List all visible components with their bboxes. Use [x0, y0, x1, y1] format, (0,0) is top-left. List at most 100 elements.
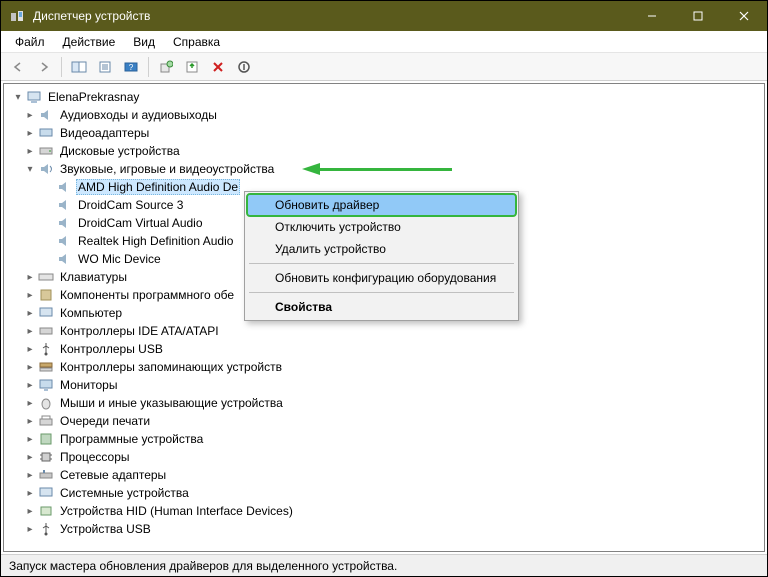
device-amd-hd-audio[interactable]: AMD High Definition Audio De: [76, 179, 240, 195]
sound-device-icon: [56, 215, 72, 231]
expand-toggle[interactable]: ▸: [22, 395, 38, 411]
expand-toggle[interactable]: ▸: [22, 377, 38, 393]
category-usb-controllers[interactable]: Контроллеры USB: [58, 341, 165, 357]
ctx-disable-device[interactable]: Отключить устройство: [247, 216, 516, 238]
category-sound-game-video[interactable]: Звуковые, игровые и видеоустройства: [58, 161, 276, 177]
expand-toggle[interactable]: ▸: [22, 305, 38, 321]
category-usb-devices[interactable]: Устройства USB: [58, 521, 153, 537]
toolbar-separator: [61, 57, 62, 77]
menu-help[interactable]: Справка: [165, 33, 228, 51]
svg-text:?: ?: [129, 63, 134, 72]
ctx-uninstall-device[interactable]: Удалить устройство: [247, 238, 516, 260]
expand-toggle[interactable]: ▸: [22, 143, 38, 159]
computer-icon: [26, 89, 42, 105]
ctx-scan-hardware[interactable]: Обновить конфигурацию оборудования: [247, 267, 516, 289]
sound-device-icon: [56, 251, 72, 267]
category-video-adapters[interactable]: Видеоадаптеры: [58, 125, 151, 141]
expand-toggle[interactable]: ▾: [10, 89, 26, 105]
maximize-button[interactable]: [675, 1, 721, 31]
scan-hardware-button[interactable]: [155, 56, 177, 78]
audio-io-icon: [38, 107, 54, 123]
back-button[interactable]: [7, 56, 29, 78]
disable-button[interactable]: [233, 56, 255, 78]
display-adapter-icon: [38, 125, 54, 141]
category-storage-controllers[interactable]: Контроллеры запоминающих устройств: [58, 359, 284, 375]
computer-icon: [38, 305, 54, 321]
expand-toggle[interactable]: ▸: [22, 521, 38, 537]
category-system-devices[interactable]: Системные устройства: [58, 485, 191, 501]
category-network-adapters[interactable]: Сетевые адаптеры: [58, 467, 168, 483]
storage-controller-icon: [38, 359, 54, 375]
expand-toggle[interactable]: ▸: [22, 323, 38, 339]
ctx-update-driver[interactable]: Обновить драйвер: [247, 194, 516, 216]
window-title: Диспетчер устройств: [33, 9, 629, 23]
show-hidden-button[interactable]: [68, 56, 90, 78]
keyboard-icon: [38, 269, 54, 285]
monitor-icon: [38, 377, 54, 393]
device-droidcam-source3[interactable]: DroidCam Source 3: [76, 197, 185, 213]
usb-device-icon: [38, 521, 54, 537]
toolbar: ?: [1, 53, 767, 81]
annotation-arrow: [302, 164, 452, 174]
device-wo-mic[interactable]: WO Mic Device: [76, 251, 163, 267]
help-button[interactable]: ?: [120, 56, 142, 78]
ide-controller-icon: [38, 323, 54, 339]
expand-toggle[interactable]: ▸: [22, 107, 38, 123]
expand-toggle[interactable]: ▸: [22, 125, 38, 141]
minimize-button[interactable]: [629, 1, 675, 31]
update-driver-button[interactable]: [181, 56, 203, 78]
category-hid[interactable]: Устройства HID (Human Interface Devices): [58, 503, 295, 519]
category-keyboards[interactable]: Клавиатуры: [58, 269, 129, 285]
software-component-icon: [38, 287, 54, 303]
ctx-properties[interactable]: Свойства: [247, 296, 516, 318]
category-mice[interactable]: Мыши и иные указывающие устройства: [58, 395, 285, 411]
print-queue-icon: [38, 413, 54, 429]
expand-toggle[interactable]: ▸: [22, 287, 38, 303]
menu-file[interactable]: Файл: [7, 33, 53, 51]
menu-action[interactable]: Действие: [55, 33, 124, 51]
disk-icon: [38, 143, 54, 159]
statusbar: Запуск мастера обновления драйверов для …: [1, 554, 767, 576]
ctx-separator: [249, 263, 514, 264]
expand-toggle[interactable]: ▸: [22, 467, 38, 483]
expand-toggle[interactable]: ▸: [22, 485, 38, 501]
system-device-icon: [38, 485, 54, 501]
expand-toggle[interactable]: ▸: [22, 359, 38, 375]
expand-toggle[interactable]: ▸: [22, 341, 38, 357]
software-device-icon: [38, 431, 54, 447]
device-droidcam-virtual[interactable]: DroidCam Virtual Audio: [76, 215, 205, 231]
category-processors[interactable]: Процессоры: [58, 449, 132, 465]
expand-toggle[interactable]: ▸: [22, 431, 38, 447]
properties-button[interactable]: [94, 56, 116, 78]
category-ide-atapi[interactable]: Контроллеры IDE ATA/ATAPI: [58, 323, 221, 339]
sound-device-icon: [56, 179, 72, 195]
menubar: Файл Действие Вид Справка: [1, 31, 767, 53]
close-button[interactable]: [721, 1, 767, 31]
status-text: Запуск мастера обновления драйверов для …: [9, 559, 397, 573]
expand-toggle[interactable]: ▾: [22, 161, 38, 177]
processor-icon: [38, 449, 54, 465]
category-computer[interactable]: Компьютер: [58, 305, 124, 321]
menu-view[interactable]: Вид: [125, 33, 163, 51]
expand-toggle[interactable]: ▸: [22, 449, 38, 465]
category-print-queues[interactable]: Очереди печати: [58, 413, 152, 429]
category-audio-io[interactable]: Аудиовходы и аудиовыходы: [58, 107, 219, 123]
root-node[interactable]: ElenaPrekrasnay: [46, 89, 141, 105]
app-icon: [9, 8, 25, 24]
device-tree-container: ▾ ElenaPrekrasnay ▸ Аудиовходы и аудиовых…: [3, 83, 765, 552]
context-menu: Обновить драйвер Отключить устройство Уд…: [244, 191, 519, 321]
expand-toggle[interactable]: ▸: [22, 413, 38, 429]
expand-toggle[interactable]: ▸: [22, 503, 38, 519]
category-disk-drives[interactable]: Дисковые устройства: [58, 143, 182, 159]
category-software-devices[interactable]: Программные устройства: [58, 431, 205, 447]
category-software-components[interactable]: Компоненты программного обе: [58, 287, 236, 303]
device-realtek-hd-audio[interactable]: Realtek High Definition Audio: [76, 233, 235, 249]
ctx-separator: [249, 292, 514, 293]
expand-toggle[interactable]: ▸: [22, 269, 38, 285]
forward-button[interactable]: [33, 56, 55, 78]
network-adapter-icon: [38, 467, 54, 483]
sound-icon: [38, 161, 54, 177]
usb-controller-icon: [38, 341, 54, 357]
category-monitors[interactable]: Мониторы: [58, 377, 119, 393]
uninstall-button[interactable]: [207, 56, 229, 78]
